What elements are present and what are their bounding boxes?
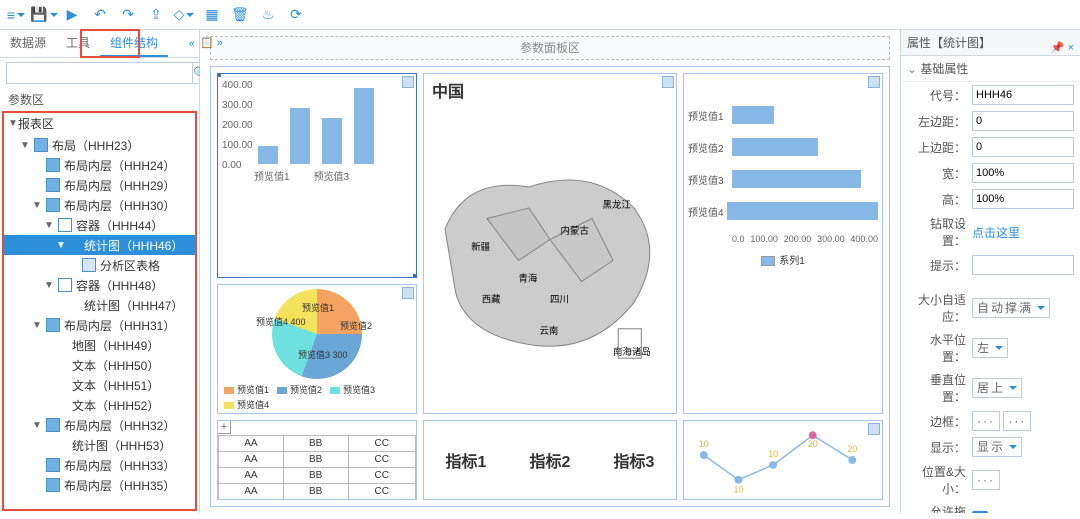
tree-node[interactable]: ▼统计图（HHH46） bbox=[4, 235, 195, 255]
chart-bar[interactable]: 400.00 300.00 200.00 100.00 0.00 预览值1预览值… bbox=[217, 73, 417, 278]
svg-text:四川: 四川 bbox=[550, 295, 569, 306]
tree-node[interactable]: 布局内层（HHH33） bbox=[4, 455, 195, 475]
tab-structure[interactable]: 组件结构 bbox=[100, 30, 168, 57]
report-area-header[interactable]: ▼报表区 bbox=[4, 113, 195, 133]
kpi-1: 指标1 bbox=[446, 448, 487, 472]
tree-node[interactable]: 布局内层（HHH24） bbox=[4, 155, 195, 175]
svg-text:西藏: 西藏 bbox=[482, 294, 501, 306]
tree-node[interactable]: 布局内层（HHH35） bbox=[4, 475, 195, 495]
prop-drill-link[interactable]: 点击这里 bbox=[972, 226, 1020, 240]
prop-height[interactable] bbox=[972, 189, 1074, 209]
svg-text:20: 20 bbox=[847, 444, 857, 454]
chart-hbar[interactable]: 预览值1 预览值2 预览值3 预览值4 0.0100.00200.00300.0… bbox=[683, 73, 883, 414]
prop-allow-drag[interactable] bbox=[972, 511, 988, 514]
map-title: 中国 bbox=[424, 74, 676, 106]
brush-icon[interactable]: ◇ bbox=[174, 5, 194, 25]
gutter-icon[interactable]: 📋 » bbox=[200, 36, 223, 49]
trash-icon[interactable]: 🗑 bbox=[230, 5, 250, 25]
prop-hpos[interactable]: 左 bbox=[972, 338, 1008, 358]
kpi-3: 指标3 bbox=[614, 448, 655, 472]
svg-text:青海: 青海 bbox=[519, 273, 538, 285]
param-area-header: 参数区 bbox=[0, 88, 199, 111]
param-panel-zone[interactable]: 参数面板区 bbox=[210, 36, 890, 60]
tree-node[interactable]: 布局内层（HHH29） bbox=[4, 175, 195, 195]
menu-icon[interactable]: ≡ bbox=[6, 5, 26, 25]
prop-left[interactable] bbox=[972, 111, 1074, 131]
prop-top[interactable] bbox=[972, 137, 1074, 157]
prop-tip[interactable] bbox=[972, 255, 1074, 275]
table-widget[interactable]: + AABBCC AABBCC AABBCC AABBCC bbox=[217, 420, 417, 500]
tree-node[interactable]: ▼容器（HHH44） bbox=[4, 215, 195, 235]
tree-node[interactable]: 文本（HHH52） bbox=[4, 395, 195, 415]
tree-node[interactable]: ▼容器（HHH48） bbox=[4, 275, 195, 295]
chart-sparkline[interactable]: 10 10 10 20 20 bbox=[683, 420, 883, 500]
prop-vpos[interactable]: 居上 bbox=[972, 378, 1022, 398]
tree-node[interactable]: 文本（HHH51） bbox=[4, 375, 195, 395]
main-toolbar: ≡ 💾 ▶ ↶ ↷ ⇪ ◇ ▦ 🗑 ♨ ⟳ bbox=[0, 0, 1080, 30]
prop-show[interactable]: 显示 bbox=[972, 437, 1022, 457]
tree-node[interactable]: 分析区表格 bbox=[4, 255, 195, 275]
prop-border[interactable]: ··· bbox=[972, 411, 1000, 431]
chart-pie[interactable]: 预览值1 预览值2 预览值3 300 预览值4 400 预览值1 预览值2 预览… bbox=[217, 284, 417, 414]
tree-node[interactable]: ▼布局内层（HHH32） bbox=[4, 415, 195, 435]
tree-node[interactable]: ▼布局内层（HHH30） bbox=[4, 195, 195, 215]
chart-map[interactable]: 中国 新疆黑龙江 内蒙古青海 西藏四川 云南南海诸岛 bbox=[423, 73, 677, 414]
tab-datasource[interactable]: 数据源 bbox=[0, 30, 56, 57]
prop-code[interactable] bbox=[972, 85, 1074, 105]
svg-text:内蒙古: 内蒙古 bbox=[561, 225, 589, 237]
legend: 系列1 bbox=[684, 252, 882, 267]
tree-node[interactable]: 统计图（HHH53） bbox=[4, 435, 195, 455]
kpi-row[interactable]: 指标1 指标2 指标3 bbox=[423, 420, 677, 500]
export-icon[interactable]: ⇪ bbox=[146, 5, 166, 25]
tree-node[interactable]: 文本（HHH50） bbox=[4, 355, 195, 375]
search-input[interactable] bbox=[6, 62, 193, 84]
svg-text:10: 10 bbox=[699, 439, 709, 449]
play-icon[interactable]: ▶ bbox=[62, 5, 82, 25]
canvas-area: 📋 » 参数面板区 400.00 300.00 200.00 100.00 0.… bbox=[200, 30, 900, 513]
collapse-icon[interactable]: « bbox=[189, 38, 199, 50]
widget-icon bbox=[868, 76, 880, 88]
save-icon[interactable]: 💾 bbox=[34, 5, 54, 25]
prop-title: 属性【统计图】📌 × bbox=[901, 30, 1080, 56]
tree-node[interactable]: 统计图（HHH47） bbox=[4, 295, 195, 315]
kpi-2: 指标2 bbox=[530, 448, 571, 472]
layers-icon[interactable]: ▦ bbox=[202, 5, 222, 25]
widget-icon bbox=[402, 287, 414, 299]
prop-autosize[interactable]: 自动撑满 bbox=[972, 298, 1050, 318]
property-panel: 属性【统计图】📌 × 基础属性 代号： 左边距： 上边距： 宽： 高： 钻取设置… bbox=[900, 30, 1080, 513]
svg-text:黑龙江: 黑龙江 bbox=[603, 199, 632, 211]
undo-icon[interactable]: ↶ bbox=[90, 5, 110, 25]
add-row-icon[interactable]: + bbox=[217, 420, 231, 434]
svg-text:云南: 云南 bbox=[540, 325, 559, 337]
tree-node[interactable]: 地图（HHH49） bbox=[4, 335, 195, 355]
widget-icon bbox=[402, 76, 414, 88]
tree-node[interactable]: ▼布局（HHH23） bbox=[4, 135, 195, 155]
svg-text:10: 10 bbox=[768, 449, 778, 459]
left-panel: 数据源 工具 组件结构 « 🔍 参数区 ▼报表区 ▼布局（HHH23）布局内层（… bbox=[0, 30, 200, 513]
pin-icon[interactable]: 📌 × bbox=[1051, 35, 1074, 61]
flame-icon[interactable]: ♨ bbox=[258, 5, 278, 25]
tree-node[interactable]: ▼布局内层（HHH31） bbox=[4, 315, 195, 335]
prop-width[interactable] bbox=[972, 163, 1074, 183]
search-box: 🔍 bbox=[6, 62, 193, 84]
widget-icon bbox=[868, 423, 880, 435]
redo-icon[interactable]: ↷ bbox=[118, 5, 138, 25]
prop-possize[interactable]: ··· bbox=[972, 470, 1000, 490]
widget-icon bbox=[662, 76, 674, 88]
refresh-icon[interactable]: ⟳ bbox=[286, 5, 306, 25]
svg-text:10: 10 bbox=[734, 485, 744, 495]
svg-text:20: 20 bbox=[808, 439, 818, 449]
tab-tools[interactable]: 工具 bbox=[56, 30, 100, 57]
svg-text:新疆: 新疆 bbox=[471, 241, 490, 253]
